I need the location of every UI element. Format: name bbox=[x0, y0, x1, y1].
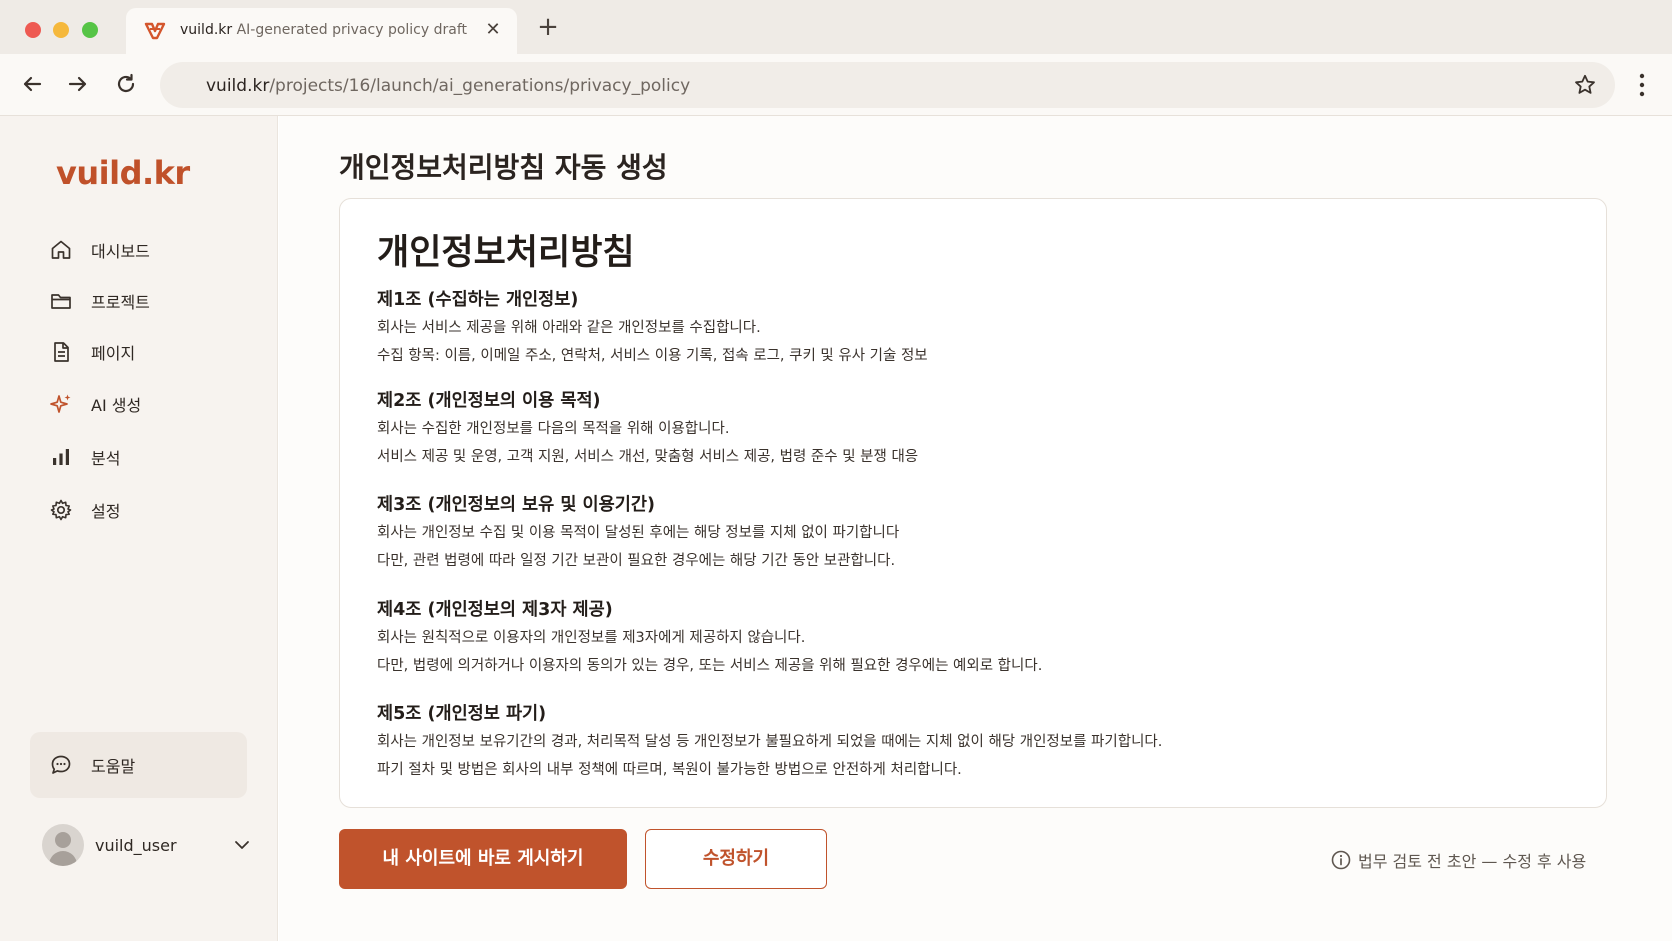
document-icon bbox=[54, 342, 69, 362]
draft-notice-text: 법무 검토 전 초안 — 수정 후 사용 bbox=[1358, 852, 1587, 871]
forward-button[interactable] bbox=[64, 70, 92, 98]
policy-document-card: 개인정보처리방침 제1조 (수집하는 개인정보) 회사는 서비스 제공을 위해 … bbox=[339, 198, 1607, 808]
arrow-left-icon bbox=[23, 76, 42, 92]
chevron-down-icon[interactable] bbox=[232, 835, 252, 855]
document-title: 개인정보처리방침 bbox=[377, 233, 635, 273]
help-button[interactable]: 도움말 bbox=[30, 732, 247, 798]
sidebar-item-label: AI 생성 bbox=[91, 396, 142, 415]
app-logo[interactable]: vuild.kr bbox=[56, 154, 190, 192]
info-icon bbox=[1331, 850, 1351, 870]
article-3: 제3조 (개인정보의 보유 및 이용기간) 회사는 개인정보 수집 및 이용 목… bbox=[377, 491, 1577, 575]
kebab-menu-icon[interactable] bbox=[1630, 71, 1654, 99]
article-heading: 제4조 (개인정보의 제3자 제공) bbox=[377, 600, 613, 620]
sidebar-item-projects[interactable]: 프로젝트 bbox=[40, 281, 260, 321]
reload-icon bbox=[117, 73, 135, 93]
user-name: vuild_user bbox=[95, 835, 177, 855]
browser-toolbar: vuild.kr/projects/16/launch/ai_generatio… bbox=[0, 54, 1672, 116]
sidebar-item-label: 페이지 bbox=[91, 344, 136, 363]
vuild-favicon-icon bbox=[144, 22, 166, 40]
tab-title-sub: AI-generated privacy policy draft bbox=[236, 22, 467, 38]
article-4: 제4조 (개인정보의 제3자 제공) 회사는 원칙적으로 이용자의 개인정보를 … bbox=[377, 596, 1577, 680]
gear-icon bbox=[50, 499, 72, 521]
article-line: 회사는 서비스 제공을 위해 아래와 같은 개인정보를 수집합니다. bbox=[377, 320, 761, 336]
article-line: 회사는 개인정보 수집 및 이용 목적이 달성된 후에는 해당 정보를 지체 없… bbox=[377, 525, 900, 541]
tab-title-main: vuild.kr bbox=[180, 22, 233, 38]
sidebar-item-dashboard[interactable]: 대시보드 bbox=[40, 230, 260, 270]
sidebar-item-label: 프로젝트 bbox=[91, 293, 150, 312]
url-text: vuild.kr/projects/16/launch/ai_generatio… bbox=[206, 76, 690, 96]
window-close-button[interactable] bbox=[25, 22, 41, 38]
sidebar-item-label: 분석 bbox=[91, 449, 121, 468]
avatar-head bbox=[55, 832, 71, 848]
draft-notice: 법무 검토 전 초안 — 수정 후 사용 bbox=[1330, 847, 1586, 873]
article-1: 제1조 (수집하는 개인정보) 회사는 서비스 제공을 위해 아래와 같은 개인… bbox=[377, 286, 1577, 370]
home-icon bbox=[51, 240, 71, 259]
article-heading: 제5조 (개인정보 파기) bbox=[377, 704, 547, 724]
main-content: 개인정보처리방침 자동 생성 개인정보처리방침 제1조 (수집하는 개인정보) … bbox=[279, 116, 1672, 941]
sidebar-item-settings[interactable]: 설정 bbox=[40, 490, 260, 530]
article-line: 서비스 제공 및 운영, 고객 지원, 서비스 개선, 맞춤형 서비스 제공, … bbox=[377, 449, 919, 465]
sidebar-item-pages[interactable]: 페이지 bbox=[40, 332, 260, 372]
sidebar-item-analytics[interactable]: 분석 bbox=[40, 437, 260, 477]
back-button[interactable] bbox=[18, 70, 46, 98]
address-bar[interactable]: vuild.kr/projects/16/launch/ai_generatio… bbox=[160, 62, 1615, 108]
avatar-body bbox=[49, 851, 77, 866]
sidebar: vuild.kr 대시보드 프로젝트 페이지 AI 생성 분석 설정 도움말 v… bbox=[0, 116, 278, 941]
url-path: /projects/16/launch/ai_generations/priva… bbox=[269, 76, 691, 96]
reload-button[interactable] bbox=[112, 70, 140, 98]
sidebar-item-label: 설정 bbox=[91, 502, 121, 521]
article-heading: 제1조 (수집하는 개인정보) bbox=[377, 290, 579, 310]
article-line: 회사는 수집한 개인정보를 다음의 목적을 위해 이용합니다. bbox=[377, 421, 730, 437]
avatar bbox=[42, 824, 84, 866]
tab-title: vuild.kr AI-generated privacy policy dra… bbox=[180, 22, 467, 38]
chat-bubble-icon bbox=[51, 755, 71, 774]
sparkle-icon bbox=[50, 394, 71, 413]
bookmark-star-icon[interactable] bbox=[1573, 73, 1597, 97]
browser-tab-bar: vuild.kr AI-generated privacy policy dra… bbox=[0, 0, 1672, 54]
url-host: vuild.kr bbox=[206, 76, 270, 96]
browser-tab-active[interactable]: vuild.kr AI-generated privacy policy dra… bbox=[126, 8, 517, 54]
sidebar-item-label: 대시보드 bbox=[91, 242, 150, 261]
article-line: 다만, 법령에 의거하거나 이용자의 동의가 있는 경우, 또는 서비스 제공을… bbox=[377, 658, 1043, 674]
sidebar-item-ai-generate[interactable]: AI 생성 bbox=[40, 384, 260, 424]
article-line: 회사는 원칙적으로 이용자의 개인정보를 제3자에게 제공하지 않습니다. bbox=[377, 630, 806, 646]
edit-button[interactable]: 수정하기 bbox=[645, 829, 827, 889]
article-line: 다만, 관련 법령에 따라 일정 기간 보관이 필요한 경우에는 해당 기간 동… bbox=[377, 553, 896, 569]
user-menu[interactable]: vuild_user bbox=[42, 822, 252, 868]
article-line: 수집 항목: 이름, 이메일 주소, 연락처, 서비스 이용 기록, 접속 로그… bbox=[377, 348, 928, 364]
new-tab-button[interactable]: + bbox=[536, 14, 560, 40]
window-minimize-button[interactable] bbox=[53, 22, 69, 38]
window-maximize-button[interactable] bbox=[82, 22, 98, 38]
article-line: 파기 절차 및 방법은 회사의 내부 정책에 따르며, 복원이 불가능한 방법으… bbox=[377, 762, 962, 778]
arrow-right-icon bbox=[68, 76, 87, 92]
article-line: 회사는 개인정보 보유기간의 경과, 처리목적 달성 등 개인정보가 불필요하게… bbox=[377, 734, 1163, 750]
help-label: 도움말 bbox=[91, 757, 136, 776]
article-2: 제2조 (개인정보의 이용 목적) 회사는 수집한 개인정보를 다음의 목적을 … bbox=[377, 387, 1577, 471]
bar-chart-icon bbox=[53, 449, 69, 465]
publish-button[interactable]: 내 사이트에 바로 게시하기 bbox=[339, 829, 627, 889]
tab-close-icon[interactable]: ✕ bbox=[483, 20, 503, 40]
page-title: 개인정보처리방침 자동 생성 bbox=[339, 151, 668, 184]
article-heading: 제2조 (개인정보의 이용 목적) bbox=[377, 391, 601, 411]
article-heading: 제3조 (개인정보의 보유 및 이용기간) bbox=[377, 495, 655, 515]
article-5: 제5조 (개인정보 파기) 회사는 개인정보 보유기간의 경과, 처리목적 달성… bbox=[377, 700, 1577, 784]
folder-icon bbox=[51, 294, 71, 309]
